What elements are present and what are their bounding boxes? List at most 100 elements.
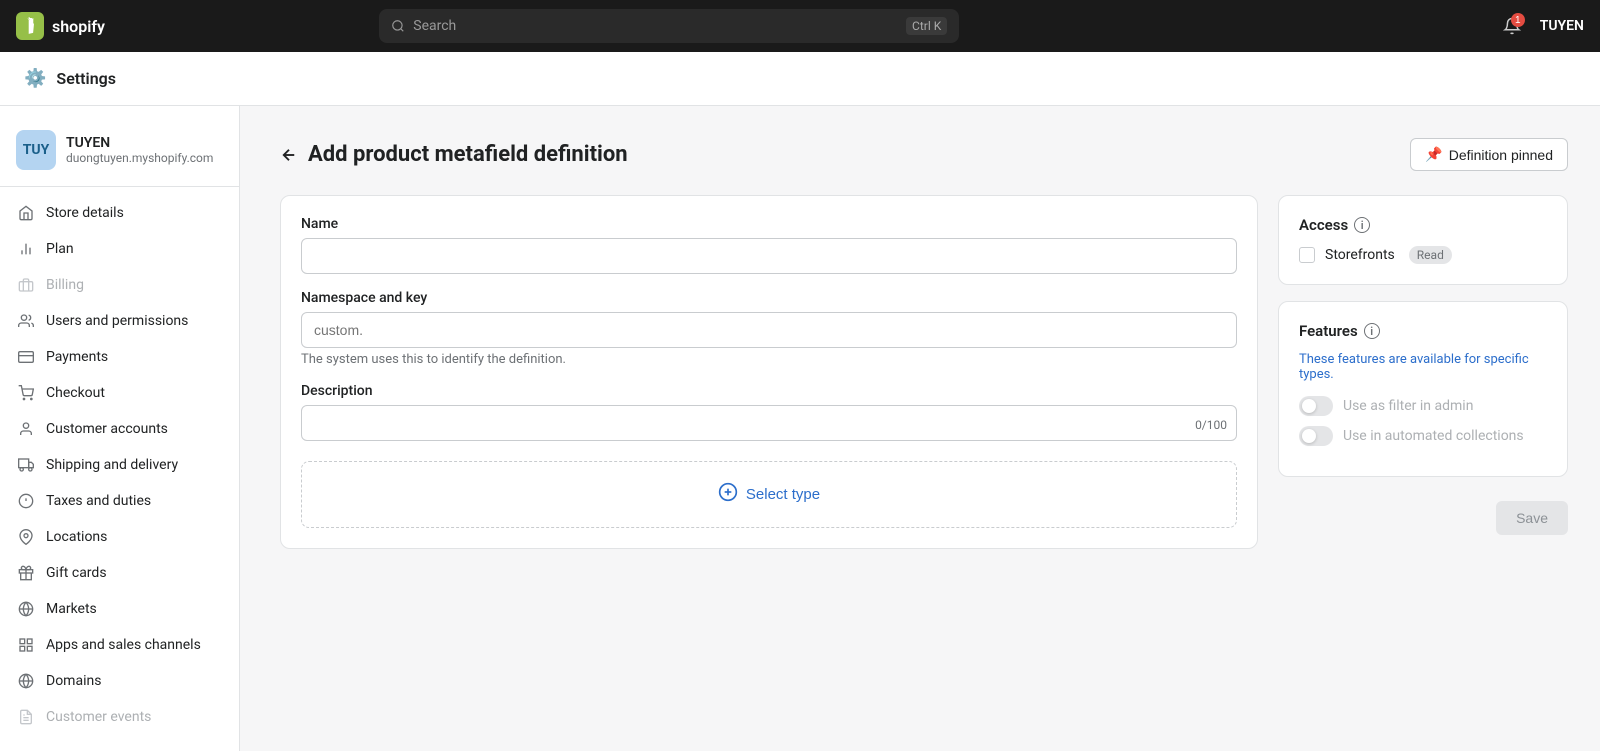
checkout-icon [16,383,36,403]
sidebar-item-label: Shipping and delivery [46,457,178,473]
back-button[interactable] [280,146,298,164]
sidebar-item-label: Taxes and duties [46,493,151,509]
select-type-label: Select type [746,486,820,503]
main-form-card: Name Namespace and key The system uses t… [280,195,1258,549]
page-header: Add product metafield definition 📌 Defin… [280,138,1568,171]
textarea-wrapper: 0/100 [301,405,1237,445]
search-bar[interactable]: Search Ctrl K [379,9,959,43]
access-info-icon[interactable]: i [1354,217,1370,233]
form-layout: Name Namespace and key The system uses t… [280,195,1568,565]
save-button[interactable]: Save [1496,501,1568,535]
namespace-hint: The system uses this to identify the def… [301,352,1237,367]
sidebar-item-label: Customer events [46,709,151,725]
select-type-button[interactable]: Select type [301,461,1237,528]
feature-filter-row: Use as filter in admin [1299,396,1547,416]
notification-button[interactable]: 1 [1496,10,1528,42]
gift-cards-icon [16,563,36,583]
access-title: Access i [1299,216,1547,234]
description-label: Description [301,383,1237,399]
user-info: TUYEN duongtuyen.myshopify.com [66,135,213,165]
settings-title: Settings [56,69,116,88]
main-layout: TUY TUYEN duongtuyen.myshopify.com Store… [0,106,1600,751]
sidebar-item-store-details[interactable]: Store details [0,195,239,231]
storefronts-label: Storefronts [1325,247,1395,263]
sidebar-user-name: TUYEN [66,135,213,151]
features-info-icon[interactable]: i [1364,323,1380,339]
search-shortcut: Ctrl K [906,17,947,35]
name-label: Name [301,216,1237,232]
sidebar-item-label: Apps and sales channels [46,637,201,653]
locations-icon [16,527,36,547]
nav-right: 1 TUYEN [1496,10,1584,42]
collections-toggle [1299,426,1333,446]
features-description: These features are available for specifi… [1299,352,1547,382]
namespace-field-group: Namespace and key The system uses this t… [301,290,1237,367]
sidebar-item-label: Customer accounts [46,421,168,437]
filter-label: Use as filter in admin [1343,398,1473,414]
sidebar-item-customer-events: Customer events [0,699,239,735]
feature-collections-row: Use in automated collections [1299,426,1547,446]
sidebar-item-customer-accounts[interactable]: Customer accounts [0,411,239,447]
sidebar-item-markets[interactable]: Markets [0,591,239,627]
sidebar-item-plan[interactable]: Plan [0,231,239,267]
namespace-input[interactable] [301,312,1237,348]
sidebar-item-label: Billing [46,277,84,293]
user-label: TUYEN [1540,18,1584,34]
shopify-logo: shopify [16,12,105,40]
avatar: TUY [16,130,56,170]
description-textarea[interactable] [301,405,1237,441]
sidebar-item-label: Users and permissions [46,313,188,329]
form-sidebar: Access i Storefronts Read Features i [1278,195,1568,535]
sidebar-item-gift-cards[interactable]: Gift cards [0,555,239,591]
sidebar-user-email: duongtuyen.myshopify.com [66,151,213,165]
payments-icon [16,347,36,367]
customer-events-icon [16,707,36,727]
sidebar-item-checkout[interactable]: Checkout [0,375,239,411]
search-placeholder: Search [413,18,456,34]
plus-circle-icon [718,482,738,502]
sidebar-item-label: Markets [46,601,97,617]
features-title: Features i [1299,322,1547,340]
sidebar-user: TUY TUYEN duongtuyen.myshopify.com [0,122,239,187]
shipping-icon [16,455,36,475]
storefronts-badge: Read [1409,246,1452,264]
notification-badge: 1 [1511,13,1525,27]
sidebar-item-label: Domains [46,673,101,689]
sidebar-item-taxes-duties[interactable]: Taxes and duties [0,483,239,519]
top-nav: shopify Search Ctrl K 1 TUYEN [0,0,1600,52]
definition-pinned-button[interactable]: 📌 Definition pinned [1410,138,1568,171]
sidebar-item-locations[interactable]: Locations [0,519,239,555]
sidebar-item-shipping-delivery[interactable]: Shipping and delivery [0,447,239,483]
access-row: Storefronts Read [1299,246,1547,264]
billing-icon [16,275,36,295]
shopify-logo-icon [16,12,44,40]
store-icon [16,203,36,223]
customer-accounts-icon [16,419,36,439]
plan-icon [16,239,36,259]
sidebar-item-payments[interactable]: Payments [0,339,239,375]
name-field-group: Name [301,216,1237,274]
name-input[interactable] [301,238,1237,274]
sidebar-item-domains[interactable]: Domains [0,663,239,699]
storefronts-checkbox[interactable] [1299,247,1315,263]
settings-icon: ⚙️ [24,68,46,89]
sidebar-item-billing: Billing [0,267,239,303]
sidebar-item-label: Plan [46,241,74,257]
filter-toggle [1299,396,1333,416]
sidebar: TUY TUYEN duongtuyen.myshopify.com Store… [0,106,240,751]
taxes-icon [16,491,36,511]
sidebar-item-label: Checkout [46,385,105,401]
settings-header: ⚙️ Settings [0,52,1600,106]
page-title: Add product metafield definition [308,142,628,167]
sidebar-item-label: Store details [46,205,124,221]
users-icon [16,311,36,331]
logo-text: shopify [52,17,105,36]
sidebar-item-apps-sales-channels[interactable]: Apps and sales channels [0,627,239,663]
pin-icon: 📌 [1425,146,1442,163]
select-type-icon [718,482,738,507]
sidebar-item-users-permissions[interactable]: Users and permissions [0,303,239,339]
namespace-label: Namespace and key [301,290,1237,306]
form-main: Name Namespace and key The system uses t… [280,195,1258,565]
page-header-left: Add product metafield definition [280,142,628,167]
back-arrow-icon [280,146,298,164]
